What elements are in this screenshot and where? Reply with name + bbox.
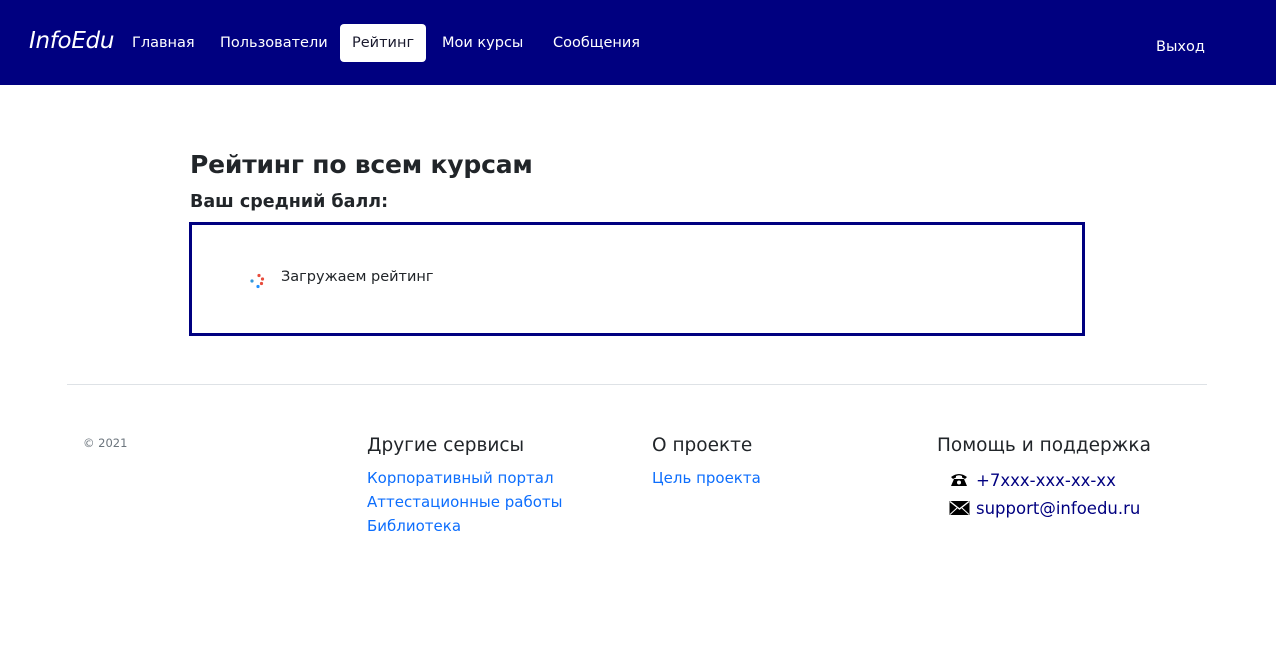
logout-button[interactable]: Выход	[1156, 28, 1205, 66]
footer-divider	[67, 384, 1207, 385]
nav-item-messages[interactable]: Сообщения	[553, 24, 640, 62]
nav-item-my-courses[interactable]: Мои курсы	[442, 24, 523, 62]
nav-item-home[interactable]: Главная	[132, 24, 195, 62]
footer-heading-support: Помощь и поддержка	[937, 435, 1151, 456]
footer-heading-about: О проекте	[652, 435, 753, 456]
footer-heading-other-services: Другие сервисы	[367, 435, 525, 456]
nav-item-rating[interactable]: Рейтинг	[340, 24, 427, 62]
phone-icon	[949, 472, 971, 488]
rating-panel: Загружаем рейтинг	[189, 222, 1085, 336]
contact-phone: +7xxx-xxx-xx-xx	[949, 466, 1151, 494]
average-score-label: Ваш средний балл:	[190, 192, 389, 212]
nav-item-users[interactable]: Пользователи	[220, 24, 328, 62]
loading-text: Загружаем рейтинг	[281, 269, 434, 285]
brand-logo[interactable]: InfoEdu	[29, 28, 114, 54]
spinner-icon	[250, 273, 265, 289]
footer-link-library[interactable]: Библиотека	[367, 514, 562, 538]
footer-link-corporate-portal[interactable]: Корпоративный портал	[367, 466, 562, 490]
footer-link-project-goal[interactable]: Цель проекта	[652, 466, 761, 490]
footer-col-support: Помощь и поддержка +7xxx-xxx-xx-xx suppo…	[937, 434, 1151, 522]
phone-number[interactable]: +7xxx-xxx-xx-xx	[976, 471, 1116, 490]
footer-col-about: О проекте Цель проекта	[652, 434, 761, 490]
footer-col-other-services: Другие сервисы Корпоративный портал Атте…	[367, 434, 562, 538]
top-navbar: InfoEdu Главная Пользователи Рейтинг Мои…	[0, 0, 1276, 85]
copyright: © 2021	[83, 436, 128, 450]
page-title: Рейтинг по всем курсам	[190, 150, 533, 179]
envelope-icon	[949, 500, 971, 516]
contact-email: support@infoedu.ru	[949, 494, 1151, 522]
footer-link-attestation[interactable]: Аттестационные работы	[367, 490, 562, 514]
support-email[interactable]: support@infoedu.ru	[976, 499, 1140, 518]
